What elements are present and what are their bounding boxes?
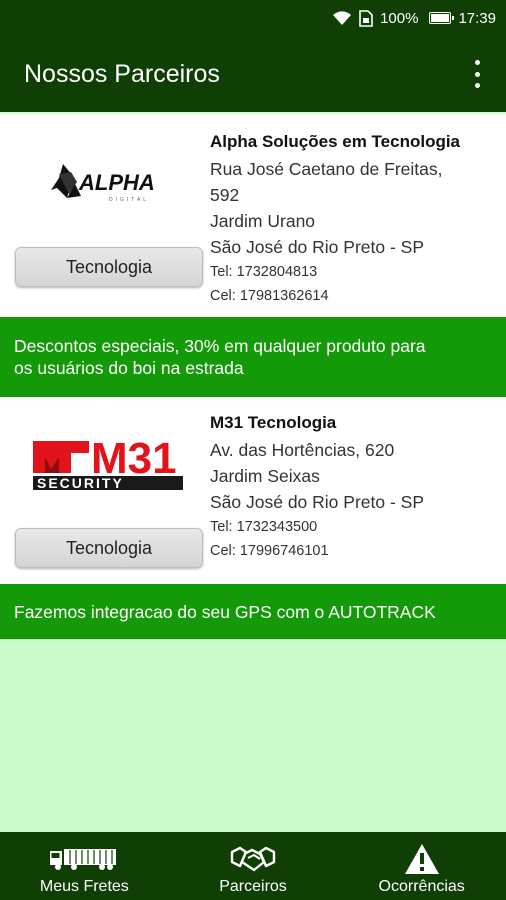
- partner-address-line1: Av. das Hortências, 620: [210, 440, 395, 460]
- partner-card-alpha: ALPHA DIGITAL Tecnologia Alpha Soluções …: [0, 114, 506, 317]
- nav-label: Meus Fretes: [39, 878, 129, 895]
- partner-address-line2: 592: [210, 185, 240, 205]
- partner-info: Alpha Soluções em Tecnologia Rua José Ca…: [210, 132, 500, 308]
- partner-neighborhood: Jardim Seixas: [210, 466, 320, 486]
- promo-text-line1: Fazemos integracao do seu GPS com o AUTO…: [14, 601, 436, 622]
- sim-card-icon: [359, 9, 373, 27]
- promo-banner-m31: Fazemos integracao do seu GPS com o AUTO…: [0, 584, 506, 639]
- svg-text:DIGITAL: DIGITAL: [109, 197, 149, 203]
- status-bar: 100% 17:39: [0, 0, 506, 36]
- promo-text-line1: Descontos especiais, 30% em qualquer pro…: [14, 336, 426, 356]
- partner-address-line1: Rua José Caetano de Freitas,: [210, 159, 443, 179]
- svg-text:SECURITY: SECURITY: [37, 475, 124, 491]
- alpha-logo: ALPHA DIGITAL: [14, 144, 204, 224]
- bottom-navigation: Meus Fretes Parceiros Ocorrências: [0, 832, 506, 900]
- page-title: Nossos Parceiros: [24, 59, 220, 88]
- nav-meus-fretes[interactable]: Meus Fretes: [0, 832, 169, 900]
- overflow-menu-icon[interactable]: [474, 60, 480, 88]
- nav-parceiros[interactable]: Parceiros: [169, 832, 338, 900]
- partner-city: São José do Rio Preto - SP: [210, 492, 424, 512]
- app-bar: Nossos Parceiros: [0, 36, 506, 112]
- partner-info: M31 Tecnologia Av. das Hortências, 620 J…: [210, 413, 500, 563]
- nav-label: Parceiros: [219, 878, 287, 895]
- category-button[interactable]: Tecnologia: [15, 247, 203, 287]
- partner-phone[interactable]: Tel: 1732343500: [210, 515, 500, 539]
- truck-icon: [50, 843, 118, 875]
- m31-logo: M31 SECURITY: [14, 425, 204, 505]
- partner-city: São José do Rio Preto - SP: [210, 237, 424, 257]
- warning-icon: [404, 843, 440, 875]
- partner-card-m31: M31 SECURITY Tecnologia M31 Tecnologia A…: [0, 397, 506, 584]
- partner-mobile[interactable]: Cel: 17981362614: [210, 284, 500, 308]
- battery-percent: 100%: [380, 9, 419, 27]
- clock: 17:39: [458, 9, 496, 27]
- partner-name: Alpha Soluções em Tecnologia: [210, 132, 461, 151]
- partner-neighborhood: Jardim Urano: [210, 211, 316, 231]
- battery-icon: [425, 12, 455, 24]
- wifi-icon: [332, 10, 352, 26]
- handshake-icon: [230, 843, 276, 875]
- svg-text:ALPHA: ALPHA: [78, 170, 155, 195]
- nav-ocorrencias[interactable]: Ocorrências: [337, 832, 506, 900]
- nav-label: Ocorrências: [378, 878, 465, 895]
- promo-banner-alpha: Descontos especiais, 30% em qualquer pro…: [0, 317, 506, 397]
- promo-text-line2: os usuários do boi na estrada: [14, 358, 244, 378]
- partner-phone[interactable]: Tel: 1732804813: [210, 260, 500, 284]
- partner-mobile[interactable]: Cel: 17996746101: [210, 539, 500, 563]
- category-button[interactable]: Tecnologia: [15, 528, 203, 568]
- partner-name: M31 Tecnologia: [210, 413, 337, 432]
